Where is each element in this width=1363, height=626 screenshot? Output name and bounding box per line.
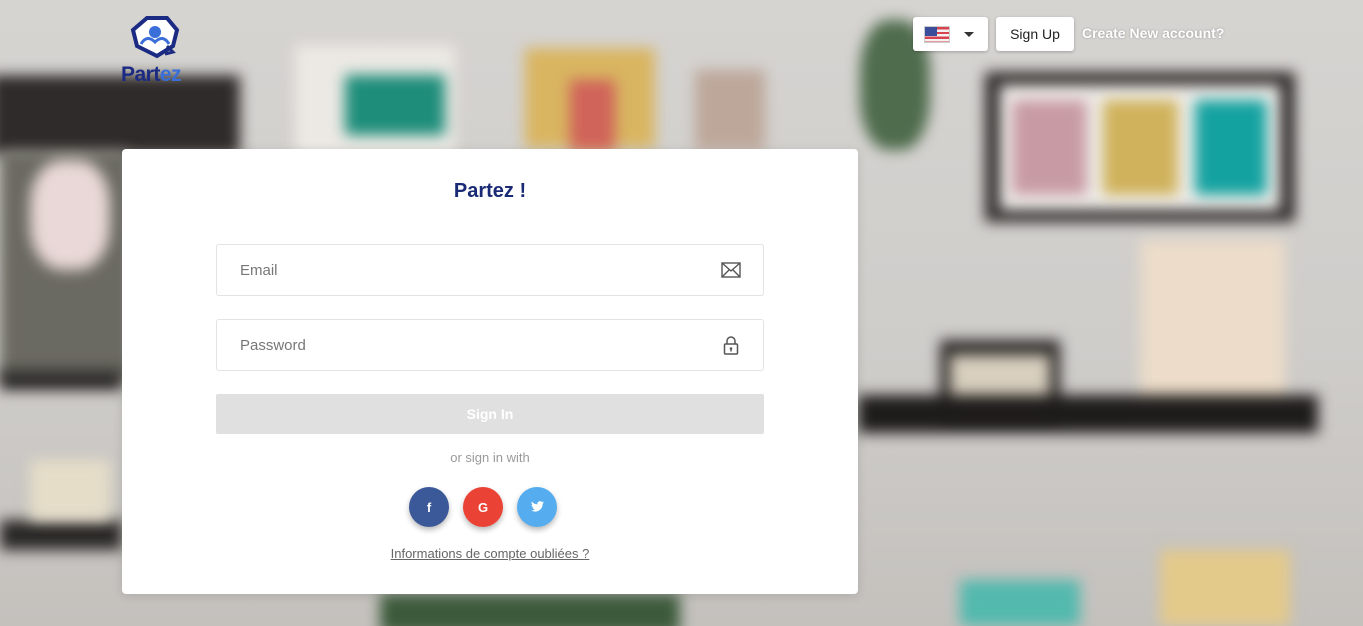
page-title: Partez !	[453, 180, 527, 202]
twitter-icon	[530, 500, 544, 515]
logo-text: Partez	[121, 63, 182, 86]
chevron-down-icon	[964, 31, 974, 37]
forgot-account-link[interactable]: Informations de compte oubliées ?	[122, 546, 858, 561]
email-input[interactable]	[240, 261, 721, 279]
language-selector[interactable]	[913, 17, 988, 51]
partez-logo-icon	[130, 16, 180, 59]
google-icon: G	[477, 499, 489, 515]
or-sign-in-with-label: or sign in with	[450, 450, 530, 465]
email-field[interactable]	[216, 244, 764, 296]
password-input[interactable]	[240, 336, 721, 354]
login-card: Partez ! Sign In or sign in with f G Inf…	[122, 149, 858, 594]
envelope-icon	[721, 260, 741, 280]
facebook-icon: f	[426, 499, 432, 515]
google-login-button[interactable]: G	[463, 487, 503, 527]
signup-button[interactable]: Sign Up	[996, 17, 1074, 51]
password-field[interactable]	[216, 319, 764, 371]
facebook-login-button[interactable]: f	[409, 487, 449, 527]
lock-icon	[721, 335, 741, 355]
signin-button[interactable]: Sign In	[216, 394, 764, 434]
twitter-login-button[interactable]	[517, 487, 557, 527]
create-account-link[interactable]: Create New account?	[1082, 25, 1224, 41]
us-flag-icon	[924, 25, 950, 43]
